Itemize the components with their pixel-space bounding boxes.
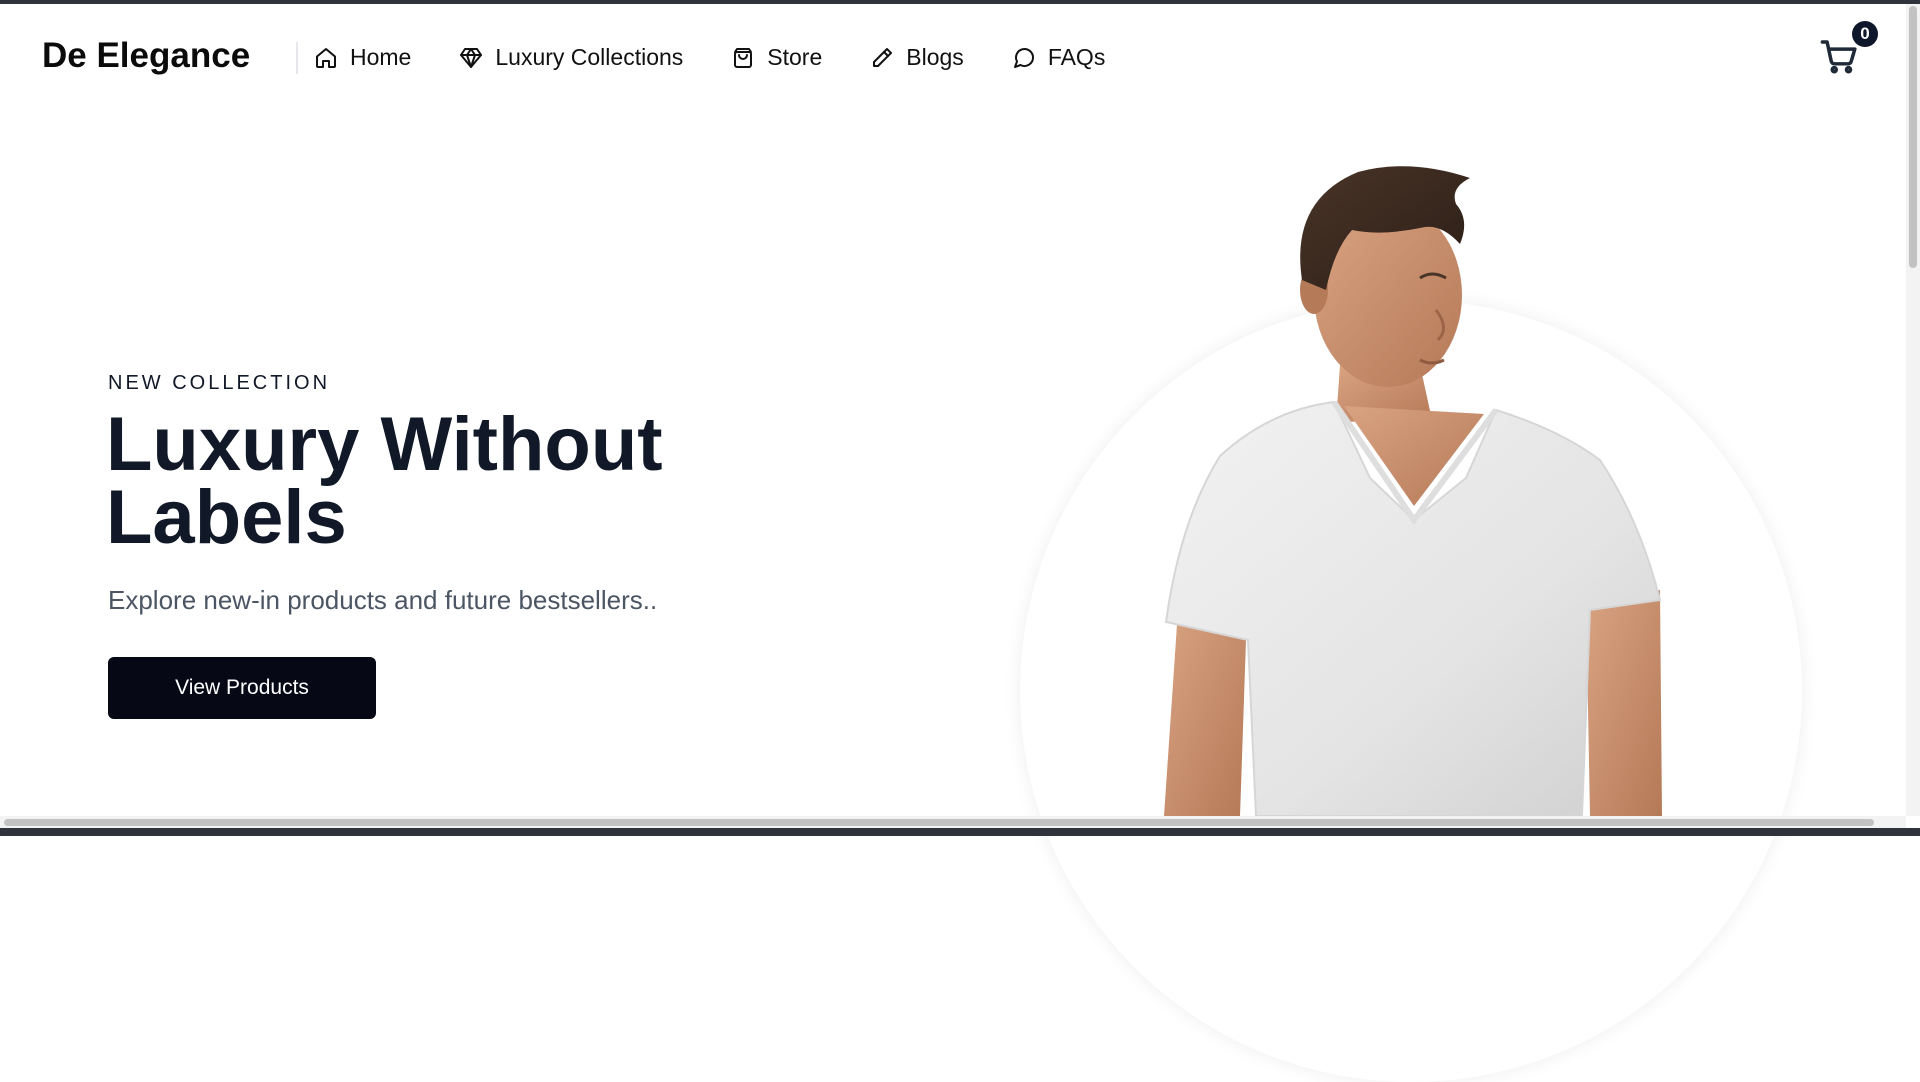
chat-bubble-icon <box>1013 47 1034 68</box>
view-products-button[interactable]: View Products <box>108 657 376 719</box>
diamond-icon <box>460 47 483 68</box>
cart-count-badge: 0 <box>1852 21 1878 47</box>
nav-faqs-label: FAQs <box>1047 44 1106 70</box>
nav-home[interactable]: Home <box>314 44 411 71</box>
horizontal-scrollbar-thumb[interactable] <box>4 819 1874 826</box>
window-bottom-bar <box>0 828 1920 836</box>
home-icon <box>316 47 336 68</box>
shopping-bag-icon <box>734 47 753 68</box>
cart-icon <box>1820 40 1857 74</box>
nav-store[interactable]: Store <box>731 44 822 71</box>
pencil-icon <box>873 47 893 67</box>
hero-title-line2: Labels <box>106 475 347 560</box>
nav-blogs-label: Blogs <box>906 44 964 70</box>
main-nav: Home Luxury Collections Store Blogs FAQs <box>314 44 1105 71</box>
hero-title: Luxury Without Labels <box>106 407 806 556</box>
hero-kicker: NEW COLLECTION <box>108 372 331 394</box>
vertical-scrollbar-thumb[interactable] <box>1909 6 1917 268</box>
site-header: De Elegance Home Luxury Collections Stor… <box>0 4 1906 112</box>
nav-faqs[interactable]: FAQs <box>1012 44 1106 71</box>
nav-luxury-collections-label: Luxury Collections <box>495 44 684 70</box>
nav-store-label: Store <box>767 44 823 70</box>
nav-luxury-collections[interactable]: Luxury Collections <box>459 44 683 71</box>
brand-logo[interactable]: De Elegance <box>42 36 250 76</box>
nav-blogs[interactable]: Blogs <box>870 44 964 71</box>
hero-subtitle: Explore new-in products and future bests… <box>108 585 658 615</box>
header-divider <box>296 42 298 74</box>
cart-button[interactable] <box>1820 38 1860 78</box>
hero-model-image <box>1164 166 1662 816</box>
nav-home-label: Home <box>350 44 412 70</box>
